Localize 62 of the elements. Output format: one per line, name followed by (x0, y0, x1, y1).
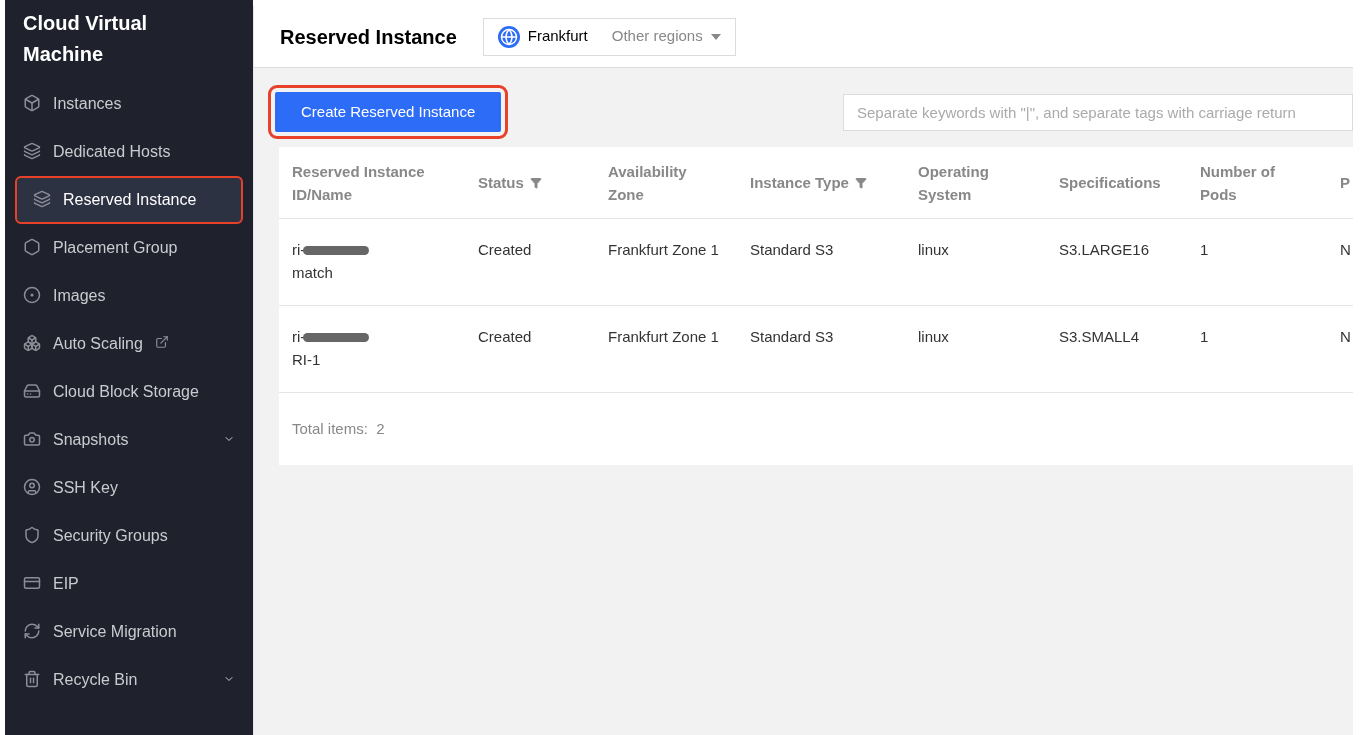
instance-name: match (292, 263, 334, 283)
page-title: Reserved Instance (280, 24, 457, 50)
sidebar-item[interactable]: Auto Scaling (5, 320, 253, 368)
filter-icon[interactable] (529, 176, 542, 189)
column-header: Reserved Instance ID/Name (292, 161, 426, 205)
sidebar-item[interactable]: Reserved Instance (15, 176, 243, 224)
current-region: Frankfurt (527, 26, 588, 47)
table-cell: Frankfurt Zone 1 (608, 241, 719, 258)
refresh-icon (23, 622, 41, 640)
table-cell: Standard S3 (750, 241, 834, 258)
sidebar-item[interactable]: Cloud Block Storage (5, 368, 253, 416)
table-cell: Frankfurt Zone 1 (608, 328, 719, 345)
sidebar-item[interactable]: Recycle Bin (5, 656, 253, 704)
sidebar-item[interactable]: Placement Group (5, 224, 253, 272)
column-header: Instance Type (750, 173, 849, 193)
sidebar-item[interactable]: Instances (5, 80, 253, 128)
sidebar-title: Cloud Virtual Machine (22, 11, 149, 67)
globe-icon (497, 25, 520, 48)
sidebar-item[interactable]: Service Migration (5, 608, 253, 656)
lock-circle-icon (23, 478, 41, 496)
sidebar-item[interactable]: Dedicated Hosts (5, 128, 253, 176)
external-link-icon (155, 335, 169, 349)
table-cell: Created (478, 328, 532, 345)
drive-icon (23, 382, 41, 400)
table-cell: linux (918, 328, 949, 345)
table-cell: S3.SMALL4 (1059, 328, 1140, 345)
region-selector[interactable]: Frankfurt Other regions (482, 17, 736, 56)
table-cell: S3.LARGE16 (1059, 241, 1150, 258)
column-header: Specifications (1059, 173, 1161, 193)
sidebar-item[interactable]: Snapshots (5, 416, 253, 464)
camera-icon (23, 430, 41, 448)
table-cell: N (1340, 328, 1351, 345)
instance-name: RI-1 (292, 350, 322, 370)
table-cell: 1 (1200, 241, 1209, 258)
other-regions: Other regions (611, 26, 703, 47)
column-header: Number of Pods (1200, 161, 1276, 205)
table-cell: linux (918, 241, 949, 258)
boxes-icon (23, 334, 41, 352)
table-cell: Created (478, 241, 532, 258)
layers-icon (33, 190, 51, 208)
layers-icon (23, 142, 41, 160)
trash-icon (23, 670, 41, 688)
sidebar-item[interactable]: EIP (5, 560, 253, 608)
table-cell: Standard S3 (750, 328, 834, 345)
sidebar-item[interactable]: Security Groups (5, 512, 253, 560)
cube-icon (23, 94, 41, 112)
column-header: P (1340, 173, 1350, 193)
hexagon-icon (23, 238, 41, 256)
filter-icon[interactable] (854, 176, 867, 189)
table-cell: N (1340, 241, 1351, 258)
caret-icon (710, 33, 721, 40)
sidebar-item[interactable]: SSH Key (5, 464, 253, 512)
sidebar-item[interactable]: Images (5, 272, 253, 320)
target-icon (23, 286, 41, 304)
shield-icon (23, 526, 41, 544)
card-icon (23, 574, 41, 592)
search-field[interactable]: Separate keywords with "|", and separate tags with carriage return (843, 93, 1353, 131)
column-header: Availability Zone (608, 161, 688, 205)
table-cell: 1 (1200, 328, 1209, 345)
column-header: Status (478, 173, 524, 193)
total-items: Total items: 2 (292, 418, 385, 439)
column-header: Operating System (918, 161, 990, 205)
